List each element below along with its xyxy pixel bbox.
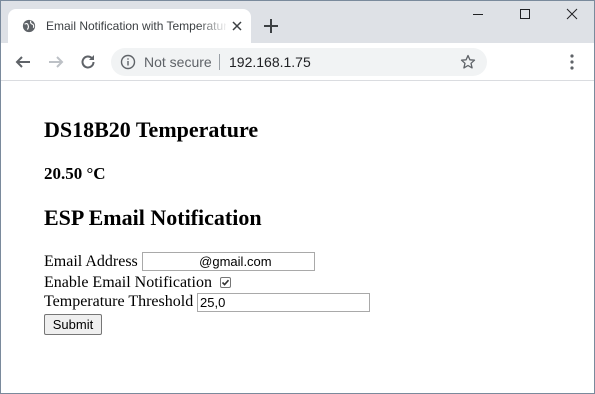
browser-tab[interactable]: Email Notification with Temperature bbox=[8, 9, 251, 43]
checkmark-icon bbox=[221, 279, 230, 286]
omnibox-separator bbox=[219, 54, 220, 70]
minimize-icon[interactable] bbox=[470, 6, 486, 22]
close-window-icon[interactable] bbox=[564, 6, 580, 22]
more-menu-icon[interactable] bbox=[564, 53, 580, 71]
back-arrow-icon[interactable] bbox=[14, 53, 32, 71]
address-bar[interactable]: Not secure 192.168.1.75 bbox=[111, 48, 487, 76]
globe-icon bbox=[22, 19, 36, 33]
enable-notification-label: Enable Email Notification bbox=[44, 274, 212, 291]
email-input[interactable] bbox=[142, 252, 315, 271]
browser-toolbar: Not secure 192.168.1.75 bbox=[1, 43, 594, 81]
threshold-input[interactable] bbox=[197, 293, 370, 312]
temperature-heading: DS18B20 Temperature bbox=[44, 117, 259, 142]
tab-title-fade bbox=[198, 15, 228, 37]
email-notification-heading: ESP Email Notification bbox=[44, 205, 262, 230]
submit-button[interactable]: Submit bbox=[44, 314, 102, 335]
browser-window: Email Notification with Temperature Not … bbox=[0, 0, 595, 394]
temperature-value: 20.50 °C bbox=[44, 164, 106, 183]
bookmark-star-icon[interactable] bbox=[460, 54, 476, 70]
close-tab-icon[interactable] bbox=[230, 19, 244, 33]
new-tab-icon[interactable] bbox=[263, 18, 279, 34]
forward-arrow-icon[interactable] bbox=[47, 53, 65, 71]
url-text[interactable]: 192.168.1.75 bbox=[229, 54, 311, 70]
maximize-icon[interactable] bbox=[517, 6, 533, 22]
email-address-label: Email Address bbox=[44, 253, 138, 270]
enable-notification-checkbox[interactable] bbox=[220, 277, 231, 288]
title-bar: Email Notification with Temperature bbox=[1, 1, 594, 43]
page-content: DS18B20 Temperature 20.50 °C ESP Email N… bbox=[1, 81, 594, 393]
not-secure-label: Not secure bbox=[144, 54, 212, 70]
info-icon[interactable] bbox=[120, 54, 136, 70]
reload-icon[interactable] bbox=[79, 53, 97, 71]
threshold-label: Temperature Threshold bbox=[44, 293, 194, 310]
